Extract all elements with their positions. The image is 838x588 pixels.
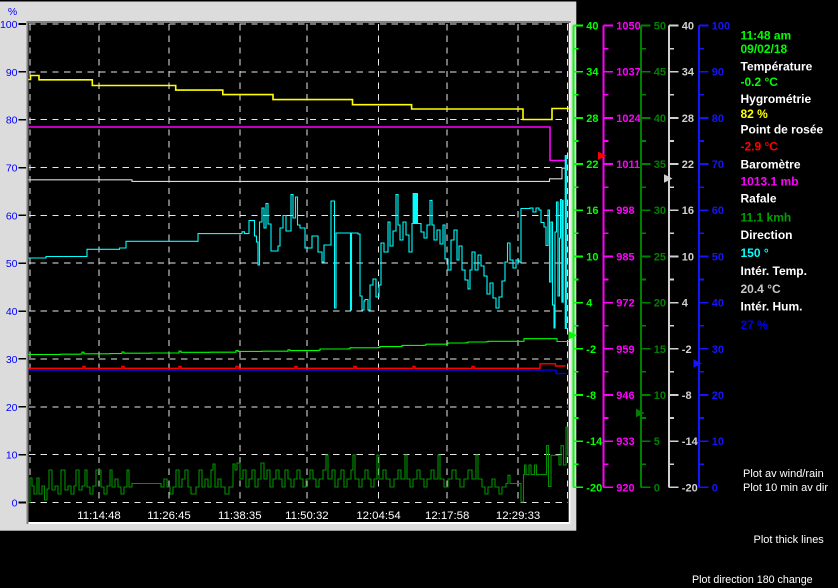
- svg-text:10: 10: [682, 251, 694, 263]
- svg-text:30: 30: [6, 354, 18, 366]
- svg-text:20.4 °C: 20.4 °C: [741, 282, 781, 296]
- svg-text:40: 40: [712, 298, 724, 310]
- svg-text:4: 4: [586, 298, 593, 310]
- svg-text:985: 985: [616, 251, 634, 263]
- svg-text:22: 22: [682, 159, 694, 171]
- svg-text:933: 933: [616, 436, 634, 448]
- svg-text:40: 40: [6, 306, 18, 318]
- svg-text:4: 4: [682, 298, 689, 310]
- svg-text:34: 34: [682, 67, 695, 79]
- svg-text:70: 70: [712, 159, 724, 171]
- svg-text:100: 100: [0, 19, 18, 31]
- svg-text:60: 60: [712, 205, 724, 217]
- svg-text:920: 920: [616, 482, 634, 494]
- svg-text:60: 60: [6, 210, 18, 222]
- svg-text:Température: Température: [741, 59, 813, 73]
- svg-text:-8: -8: [586, 390, 596, 402]
- svg-text:11:38:35: 11:38:35: [218, 510, 262, 522]
- svg-text:Plot av wind/rain: Plot av wind/rain: [743, 468, 824, 480]
- svg-text:40: 40: [682, 21, 694, 33]
- svg-text:Intér. Temp.: Intér. Temp.: [741, 264, 807, 278]
- svg-text:Point de rosée: Point de rosée: [741, 123, 824, 137]
- svg-text:5: 5: [654, 436, 660, 448]
- svg-text:40: 40: [654, 113, 666, 125]
- svg-text:-2: -2: [682, 344, 692, 356]
- svg-text:959: 959: [616, 344, 634, 356]
- svg-text:-14: -14: [682, 436, 699, 448]
- svg-text:150 °: 150 °: [741, 246, 769, 260]
- svg-text:11:50:32: 11:50:32: [285, 510, 329, 522]
- svg-text:20: 20: [654, 298, 666, 310]
- svg-text:27 %: 27 %: [741, 318, 769, 332]
- svg-text:30: 30: [654, 205, 666, 217]
- svg-text:-20: -20: [682, 482, 698, 494]
- svg-text:11:14:48: 11:14:48: [77, 510, 121, 522]
- svg-text:90: 90: [6, 67, 18, 79]
- svg-text:Plot thick lines: Plot thick lines: [754, 534, 825, 546]
- svg-text:Baromètre: Baromètre: [741, 157, 801, 171]
- svg-text:1037: 1037: [616, 67, 640, 79]
- svg-text:10: 10: [712, 436, 724, 448]
- svg-text:20: 20: [6, 402, 18, 414]
- svg-text:70: 70: [6, 163, 18, 175]
- svg-text:90: 90: [712, 67, 724, 79]
- svg-text:Rafale: Rafale: [741, 192, 777, 206]
- svg-text:22: 22: [586, 159, 598, 171]
- svg-text:Hygrométrie: Hygrométrie: [741, 92, 812, 106]
- svg-text:11:48 am: 11:48 am: [741, 28, 792, 42]
- svg-text:12:04:54: 12:04:54: [356, 510, 400, 522]
- svg-text:35: 35: [654, 159, 666, 171]
- svg-text:28: 28: [586, 113, 598, 125]
- svg-text:50: 50: [654, 21, 666, 33]
- svg-text:1024: 1024: [616, 113, 641, 125]
- svg-text:1050: 1050: [616, 21, 640, 33]
- svg-text:28: 28: [682, 113, 694, 125]
- svg-text:Intér. Hum.: Intér. Hum.: [741, 300, 803, 314]
- svg-text:0: 0: [654, 482, 660, 494]
- svg-text:80: 80: [6, 115, 18, 127]
- svg-text:Plot direction 180 change: Plot direction 180 change: [692, 574, 813, 586]
- svg-text:30: 30: [712, 344, 724, 356]
- svg-text:946: 946: [616, 390, 634, 402]
- svg-text:40: 40: [586, 21, 598, 33]
- svg-text:25: 25: [654, 251, 666, 263]
- svg-text:45: 45: [654, 67, 666, 79]
- svg-text:50: 50: [6, 258, 18, 270]
- svg-text:Direction: Direction: [741, 228, 793, 242]
- svg-text:Plot 10 min av dir: Plot 10 min av dir: [743, 482, 828, 494]
- svg-text:15: 15: [654, 344, 666, 356]
- svg-text:998: 998: [616, 205, 634, 217]
- svg-text:-2.9 °C: -2.9 °C: [741, 140, 779, 154]
- svg-text:100: 100: [712, 21, 730, 33]
- svg-text:82 %: 82 %: [741, 107, 769, 121]
- svg-text:10: 10: [654, 390, 666, 402]
- svg-text:-20: -20: [586, 482, 602, 494]
- svg-text:16: 16: [586, 205, 598, 217]
- svg-text:-2: -2: [586, 344, 596, 356]
- svg-text:11.1 kmh: 11.1 kmh: [741, 210, 792, 224]
- svg-text:-0.2 °C: -0.2 °C: [741, 75, 779, 89]
- svg-text:11:26:45: 11:26:45: [147, 510, 191, 522]
- svg-text:50: 50: [712, 251, 724, 263]
- svg-text:1011: 1011: [616, 159, 640, 171]
- svg-text:-8: -8: [682, 390, 692, 402]
- svg-text:09/02/18: 09/02/18: [741, 42, 788, 56]
- svg-text:10: 10: [586, 251, 598, 263]
- svg-text:0: 0: [12, 498, 18, 510]
- svg-text:34: 34: [586, 67, 599, 79]
- svg-text:80: 80: [712, 113, 724, 125]
- svg-text:1013.1 mb: 1013.1 mb: [741, 175, 799, 189]
- svg-text:12:29:33: 12:29:33: [496, 510, 540, 522]
- svg-text:10: 10: [6, 450, 18, 462]
- svg-text:16: 16: [682, 205, 694, 217]
- svg-text:12:17:58: 12:17:58: [425, 510, 469, 522]
- svg-text:972: 972: [616, 298, 634, 310]
- svg-text:-14: -14: [586, 436, 603, 448]
- svg-text:20: 20: [712, 390, 724, 402]
- svg-text:%: %: [8, 6, 17, 18]
- svg-text:0: 0: [712, 482, 718, 494]
